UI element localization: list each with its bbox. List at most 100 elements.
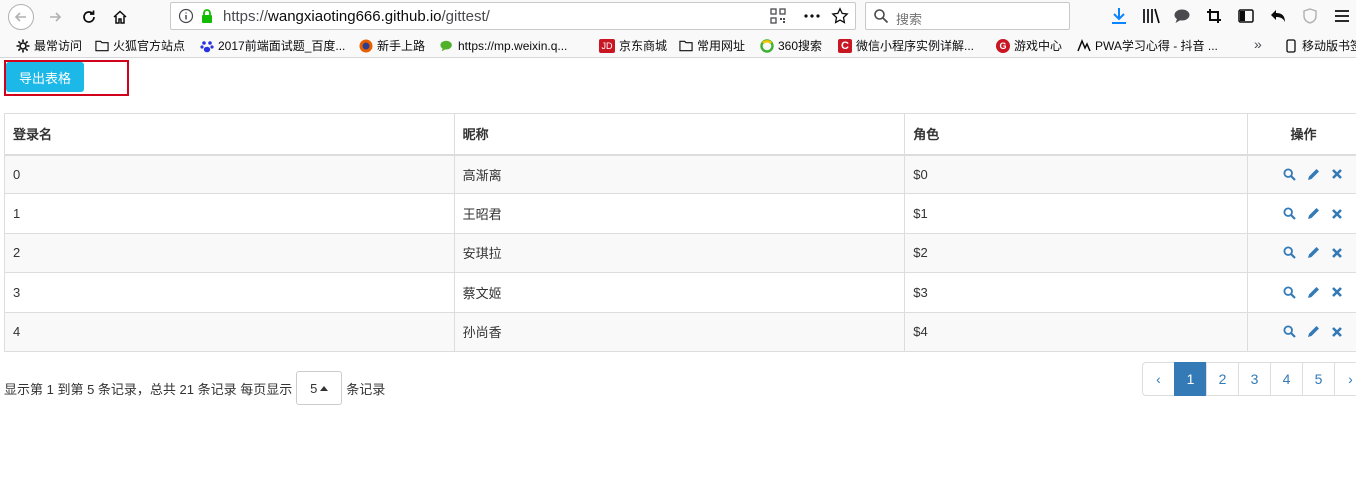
download-icon[interactable] (1110, 7, 1128, 25)
arrow-left-icon (14, 12, 26, 22)
csdn-icon: C (838, 38, 852, 53)
more-bookmarks-icon[interactable]: » (1254, 36, 1262, 52)
bookmark-label: PWA学习心得 - 抖音 ... (1095, 39, 1218, 53)
cell-role: $3 (904, 272, 1248, 313)
search-icon[interactable] (1282, 324, 1297, 339)
sidebar-icon[interactable] (1237, 7, 1255, 25)
page-size-value: 5 (310, 380, 318, 396)
url-bar[interactable]: https://wangxiaoting666.github.io/gittes… (170, 2, 856, 30)
bookmark-label: 最常访问 (34, 39, 83, 53)
remove-icon[interactable] (1330, 245, 1345, 260)
more-actions-icon[interactable] (803, 7, 821, 25)
page-next[interactable]: › (1334, 362, 1356, 396)
forward-button[interactable] (42, 4, 68, 30)
edit-icon[interactable] (1306, 245, 1321, 260)
cell-login: 2 (4, 232, 455, 274)
remove-icon[interactable] (1330, 285, 1345, 300)
bookmark-label: https://mp.weixin.q... (458, 38, 568, 53)
pagination: ‹ 1 2 3 4 5 › (1142, 362, 1356, 396)
edit-icon[interactable] (1306, 324, 1321, 339)
table-row[interactable]: 2 安琪拉 $2 (4, 232, 1356, 274)
edit-icon[interactable] (1306, 285, 1321, 300)
edit-icon[interactable] (1306, 206, 1321, 221)
menu-icon[interactable] (1333, 7, 1351, 25)
search-icon[interactable] (1282, 285, 1297, 300)
remove-icon[interactable] (1330, 206, 1345, 221)
bookmark-label: 京东商城 (619, 39, 668, 53)
bookmark-360-search[interactable]: 360搜索 (760, 37, 822, 54)
browser-toolbar: https://wangxiaoting666.github.io/gittes… (0, 0, 1356, 33)
edit-icon[interactable] (1306, 167, 1321, 182)
search-icon[interactable] (1282, 245, 1297, 260)
shield-icon[interactable] (1301, 7, 1319, 25)
bookmark-weixin[interactable]: https://mp.weixin.q... (440, 37, 567, 54)
url-path: /gittest/ (441, 8, 490, 25)
bookmarks-bar: 最常访问 火狐官方站点 2017前端面试题_百度... 新手上路 https:/… (0, 33, 1356, 58)
star-icon[interactable] (831, 7, 849, 25)
bookmark-label: 游戏中心 (1014, 39, 1063, 53)
bookmark-firefox-official[interactable]: 火狐官方站点 (95, 37, 185, 54)
header-actions: 操作 (1246, 113, 1356, 156)
cell-login: 4 (4, 311, 455, 352)
cell-login: 1 (4, 193, 455, 234)
table-row[interactable]: 0 高渐离 $0 (4, 153, 1356, 195)
table-row[interactable]: 3 蔡文姬 $3 (4, 272, 1356, 313)
cell-actions (1246, 193, 1356, 234)
header-nickname[interactable]: 昵称 (453, 113, 906, 156)
search-icon[interactable] (1282, 167, 1297, 182)
page-3[interactable]: 3 (1238, 362, 1271, 396)
bookmark-game-center[interactable]: G 游戏中心 (996, 37, 1062, 54)
chat-icon[interactable] (1173, 7, 1191, 25)
back-button[interactable] (8, 4, 34, 30)
bookmark-jd[interactable]: JD 京东商城 (599, 37, 667, 54)
firefox-icon (359, 39, 373, 53)
undo-icon[interactable] (1269, 7, 1287, 25)
pagination-info-suffix: 条记录 (346, 381, 386, 397)
bookmark-label: 常用网址 (697, 39, 746, 53)
search-icon (872, 7, 890, 25)
page-4[interactable]: 4 (1270, 362, 1303, 396)
bookmark-common-sites[interactable]: 常用网址 (679, 37, 745, 54)
bookmark-label: 微信小程序实例详解... (856, 39, 975, 53)
info-icon[interactable] (177, 7, 195, 25)
qr-code-icon[interactable] (769, 7, 787, 25)
bookmark-mobile[interactable]: 移动版书签 (1284, 37, 1356, 54)
table-row[interactable]: 1 王昭君 $1 (4, 193, 1356, 234)
bookmark-most-visited[interactable]: 最常访问 (16, 37, 82, 54)
gear-icon (16, 39, 30, 53)
cell-nickname: 安琪拉 (453, 232, 906, 274)
url-text[interactable]: https://wangxiaoting666.github.io/gittes… (223, 8, 490, 25)
bookmark-wechat-miniprogram[interactable]: C 微信小程序实例详解... (838, 37, 974, 54)
cell-nickname: 蔡文姬 (453, 272, 906, 313)
home-button[interactable] (107, 4, 133, 30)
cell-actions (1246, 272, 1356, 313)
header-role[interactable]: 角色 (904, 113, 1248, 156)
page-1[interactable]: 1 (1174, 362, 1207, 396)
reload-button[interactable] (76, 4, 102, 30)
remove-icon[interactable] (1330, 324, 1345, 339)
bookmark-baidu[interactable]: 2017前端面试题_百度... (200, 37, 345, 54)
cell-actions (1246, 153, 1356, 195)
library-icon[interactable] (1142, 7, 1160, 25)
remove-icon[interactable] (1330, 167, 1345, 182)
search-box[interactable]: 搜索 (865, 2, 1070, 30)
table-row[interactable]: 4 孙尚香 $4 (4, 311, 1356, 352)
search-icon[interactable] (1282, 206, 1297, 221)
bookmark-label: 2017前端面试题_百度... (218, 39, 346, 53)
bookmark-pwa[interactable]: PWA学习心得 - 抖音 ... (1077, 37, 1218, 54)
url-host: wangxiaoting666.github.io (268, 8, 442, 25)
cell-role: $0 (904, 153, 1248, 195)
bookmark-getting-started[interactable]: 新手上路 (359, 37, 425, 54)
page-prev[interactable]: ‹ (1142, 362, 1175, 396)
lock-icon[interactable] (198, 7, 216, 25)
highlight-box (4, 60, 129, 96)
mobile-icon (1284, 38, 1298, 53)
page-size-dropdown[interactable]: 5 (296, 371, 343, 405)
cell-actions (1246, 232, 1356, 274)
pagination-info-text: 显示第 1 到第 5 条记录，总共 21 条记录 每页显示 (4, 381, 293, 397)
crop-icon[interactable] (1205, 7, 1223, 25)
page-2[interactable]: 2 (1206, 362, 1239, 396)
cell-role: $2 (904, 232, 1248, 274)
header-login[interactable]: 登录名 (4, 113, 455, 156)
page-5[interactable]: 5 (1302, 362, 1335, 396)
